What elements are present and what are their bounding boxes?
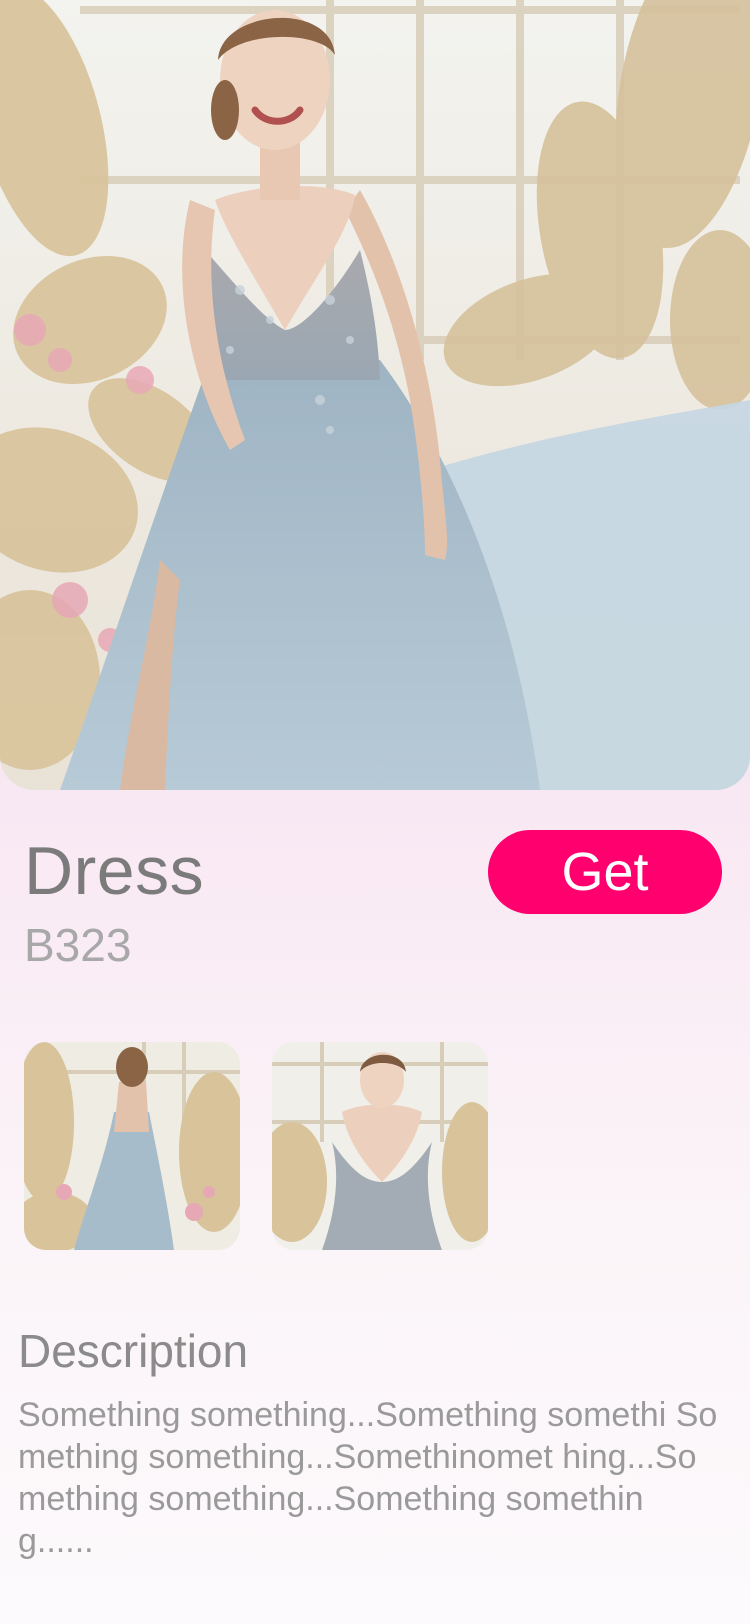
product-code: B323 <box>24 919 132 971</box>
thumbnail-back-view[interactable] <box>24 1042 240 1250</box>
product-title: Dress <box>24 833 205 909</box>
get-button[interactable]: Get <box>488 830 722 914</box>
hero-product-image <box>0 0 750 790</box>
description-heading: Description <box>18 1325 249 1377</box>
thumbnail-front-view[interactable] <box>272 1042 488 1250</box>
description-text: Something something...Something somethi … <box>18 1396 718 1560</box>
